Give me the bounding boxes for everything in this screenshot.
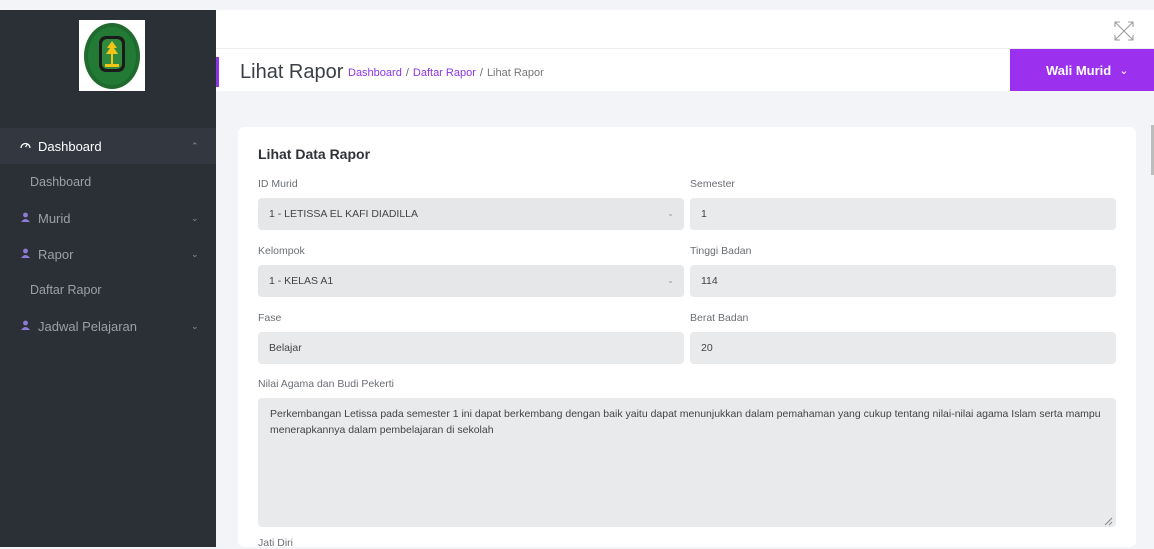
sidebar-subitem-daftar-rapor[interactable]: Daftar Rapor <box>0 272 216 308</box>
tinggi-badan-field[interactable]: 114 <box>690 265 1116 297</box>
tinggi-badan-label: Tinggi Badan <box>690 245 752 257</box>
sidebar-item-label: Daftar Rapor <box>30 283 102 297</box>
sidebar-subitem-dashboard[interactable]: Dashboard <box>0 164 216 200</box>
card-title: Lihat Data Rapor <box>258 146 371 162</box>
sidebar-item-label: Jadwal Pelajaran <box>38 318 138 334</box>
breadcrumb-daftar-rapor[interactable]: Daftar Rapor <box>413 67 476 79</box>
chevron-down-icon: ⌄ <box>667 276 674 285</box>
sidebar: Dashboard ⌃ Dashboard Murid ⌄ Rapor ⌄ Da… <box>0 10 216 547</box>
school-logo <box>79 20 145 91</box>
breadcrumb: Dashboard / Daftar Rapor / Lihat Rapor <box>348 67 544 79</box>
nilai-agama-textarea[interactable]: Perkembangan Letissa pada semester 1 ini… <box>258 398 1116 527</box>
breadcrumb-dashboard[interactable]: Dashboard <box>348 67 402 79</box>
tinggi-badan-value: 114 <box>701 275 718 287</box>
user-menu-button[interactable]: Wali Murid ⌄ <box>1010 49 1154 91</box>
chevron-up-icon: ⌃ <box>191 141 199 151</box>
semester-label: Semester <box>690 178 735 190</box>
berat-badan-label: Berat Badan <box>690 312 749 324</box>
sidebar-item-dashboard[interactable]: Dashboard ⌃ <box>0 128 216 164</box>
resize-handle-icon[interactable] <box>1104 515 1113 526</box>
id-murid-label: ID Murid <box>258 178 298 190</box>
chevron-down-icon: ⌄ <box>191 249 199 259</box>
breadcrumb-separator: / <box>479 67 483 79</box>
user-icon <box>18 320 32 333</box>
user-icon <box>18 212 32 225</box>
nilai-agama-label: Nilai Agama dan Budi Pekerti <box>258 378 394 390</box>
tachometer-icon <box>18 140 32 152</box>
title-accent-bar <box>216 57 219 87</box>
sidebar-item-label: Dashboard <box>38 138 102 154</box>
chevron-down-icon: ⌄ <box>191 321 199 331</box>
nilai-agama-value: Perkembangan Letissa pada semester 1 ini… <box>270 408 1101 436</box>
kelompok-label: Kelompok <box>258 245 305 257</box>
fase-label: Fase <box>258 312 282 324</box>
user-icon <box>18 248 32 261</box>
breadcrumb-separator: / <box>405 67 409 79</box>
semester-field[interactable]: 1 <box>690 198 1116 230</box>
sidebar-item-label: Murid <box>38 210 71 226</box>
chevron-down-icon: ⌄ <box>667 209 674 218</box>
logo-area <box>0 10 216 105</box>
chevron-down-icon: ⌄ <box>1119 64 1129 77</box>
sidebar-item-label: Dashboard <box>30 175 92 189</box>
fullscreen-icon[interactable] <box>1113 20 1135 42</box>
sidebar-item-murid[interactable]: Murid ⌄ <box>0 200 216 236</box>
semester-value: 1 <box>701 208 707 220</box>
sidebar-nav: Dashboard ⌃ Dashboard Murid ⌄ Rapor ⌄ Da… <box>0 128 216 344</box>
fase-field[interactable]: Belajar <box>258 332 684 364</box>
chevron-down-icon: ⌄ <box>191 213 199 223</box>
sidebar-item-label: Rapor <box>38 246 74 262</box>
id-murid-value: 1 - LETISSA EL KAFI DIADILLA <box>269 208 419 220</box>
fase-value: Belajar <box>269 342 302 354</box>
berat-badan-field[interactable]: 20 <box>690 332 1116 364</box>
kelompok-select[interactable]: 1 - KELAS A1 ⌄ <box>258 265 684 297</box>
page-title: Lihat Rapor <box>240 61 344 83</box>
user-menu-label: Wali Murid <box>1046 62 1112 78</box>
sidebar-item-jadwal-pelajaran[interactable]: Jadwal Pelajaran ⌄ <box>0 308 216 344</box>
jati-diri-label: Jati Diri <box>258 537 294 549</box>
breadcrumb-current: Lihat Rapor <box>486 67 544 79</box>
sidebar-item-rapor[interactable]: Rapor ⌄ <box>0 236 216 272</box>
id-murid-select[interactable]: 1 - LETISSA EL KAFI DIADILLA ⌄ <box>258 198 684 230</box>
kelompok-value: 1 - KELAS A1 <box>269 275 334 287</box>
berat-badan-value: 20 <box>701 342 713 354</box>
